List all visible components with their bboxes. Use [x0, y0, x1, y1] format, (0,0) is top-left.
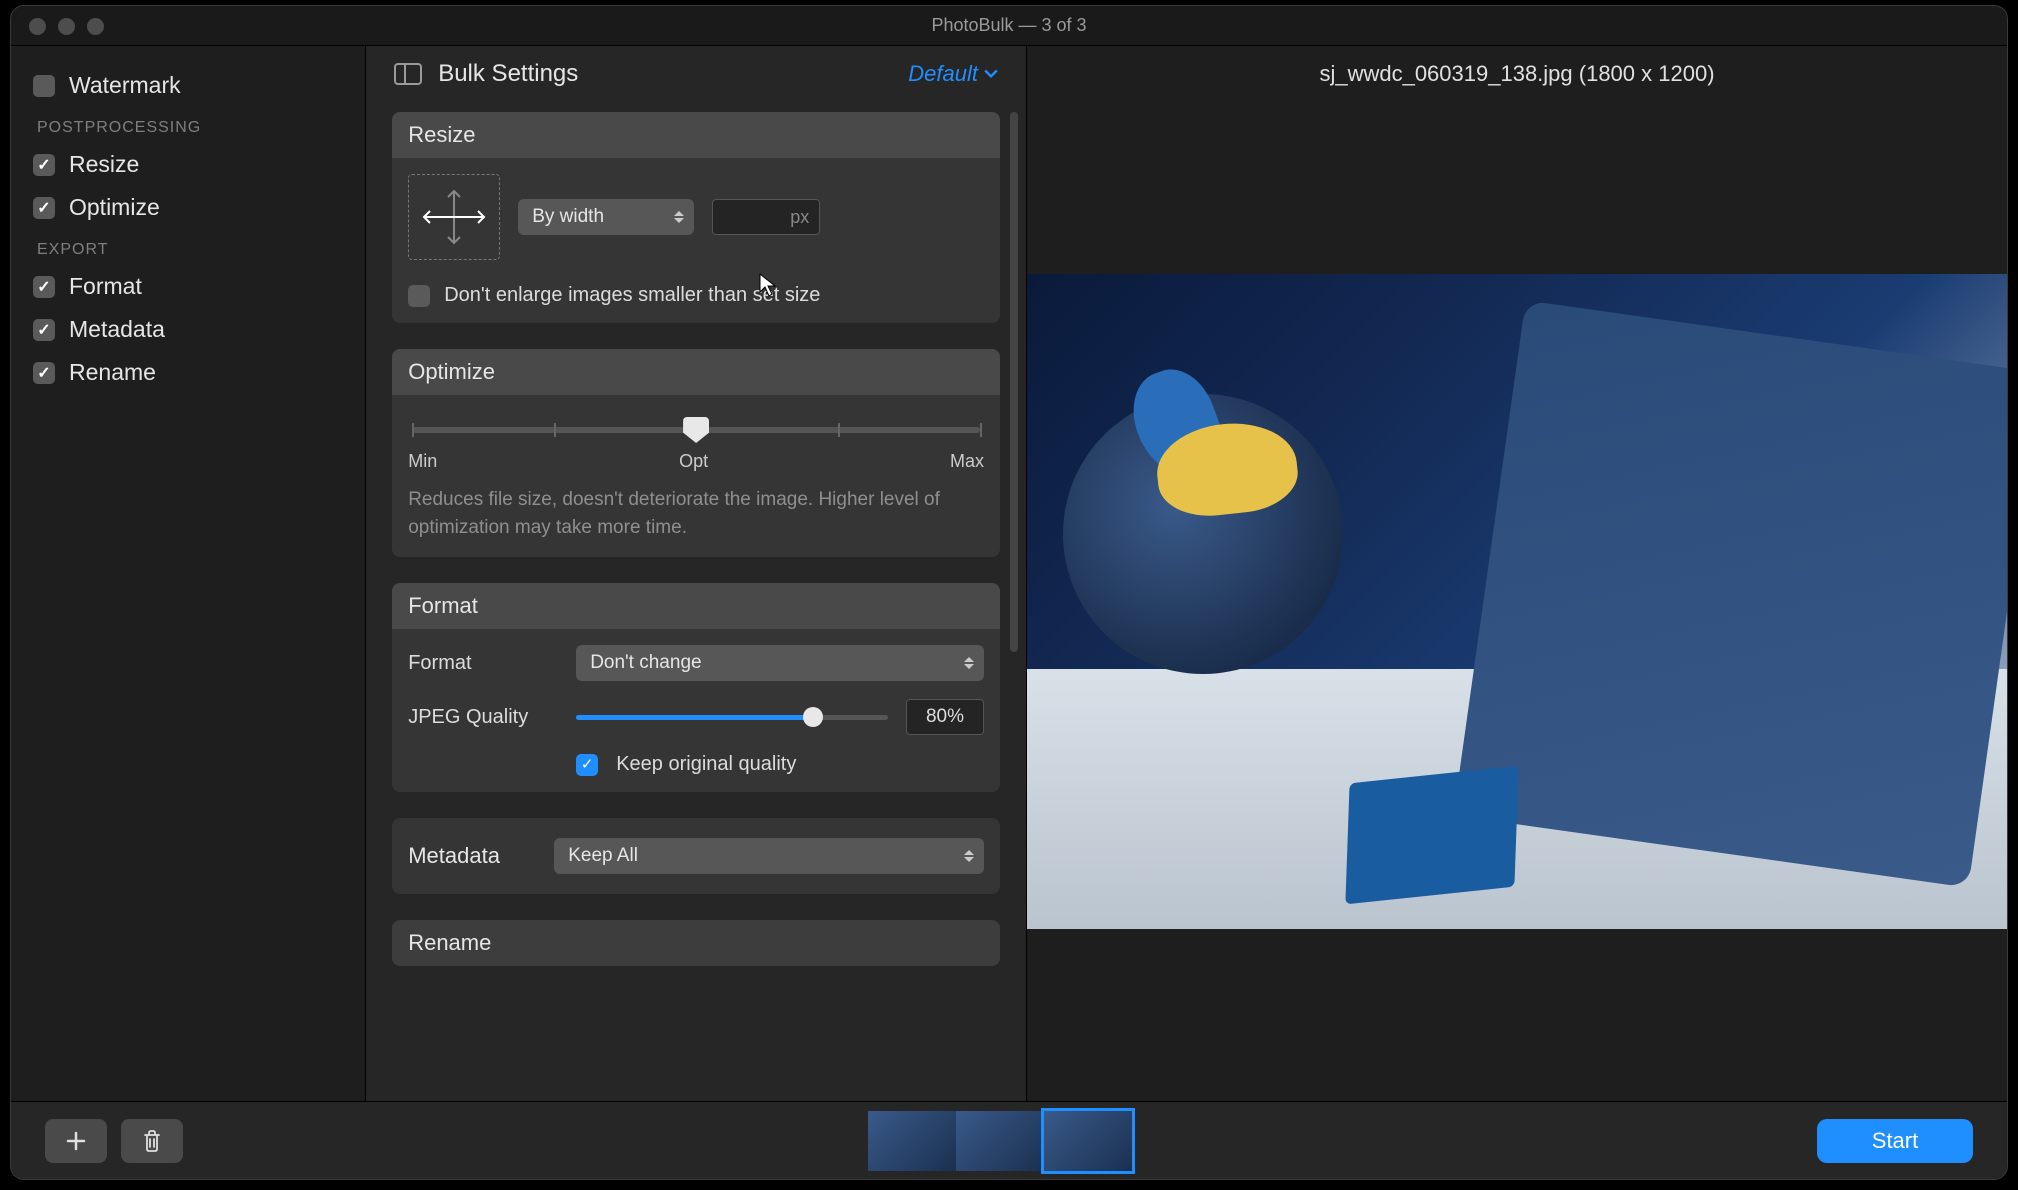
sidebar-item-watermark[interactable]: Watermark	[11, 64, 365, 107]
card-header-metadata: Metadata	[408, 843, 528, 869]
updown-caret-icon	[964, 850, 974, 862]
settings-header: Bulk Settings Default	[366, 46, 1026, 102]
resize-width-input[interactable]: px	[712, 199, 820, 235]
preview-filename: sj_wwdc_060319_138.jpg (1800 x 1200)	[1027, 46, 2007, 102]
sidebar-item-label: Format	[69, 273, 142, 300]
sidebar-item-resize[interactable]: Resize	[11, 143, 365, 186]
checkbox-icon[interactable]	[33, 197, 55, 219]
thumbnail-strip	[197, 1111, 1803, 1171]
start-button[interactable]: Start	[1817, 1119, 1973, 1163]
add-button[interactable]	[45, 1119, 107, 1163]
slider-max-label: Max	[950, 451, 984, 472]
sidebar-item-label: Optimize	[69, 194, 160, 221]
sidebar-heading-postprocessing: POSTPROCESSING	[11, 107, 365, 143]
slider-thumb[interactable]	[803, 707, 823, 727]
checkbox-icon[interactable]	[33, 276, 55, 298]
card-header-optimize: Optimize	[392, 349, 1000, 395]
app-window: PhotoBulk — 3 of 3 Watermark POSTPROCESS…	[10, 5, 2008, 1180]
scrollbar[interactable]	[1010, 112, 1018, 652]
format-select[interactable]: Don't change	[576, 645, 984, 681]
slider-thumb[interactable]	[683, 417, 709, 443]
trash-icon	[142, 1129, 162, 1153]
select-value: By width	[532, 206, 604, 228]
preview-panel: sj_wwdc_060319_138.jpg (1800 x 1200)	[1027, 46, 2007, 1101]
slider-opt-label: Opt	[679, 451, 708, 472]
metadata-card: Metadata Keep All	[392, 818, 1000, 894]
plus-icon	[65, 1130, 87, 1152]
card-header-rename: Rename	[392, 920, 1000, 966]
optimize-description: Reduces file size, doesn't deteriorate t…	[408, 486, 984, 541]
jpeg-quality-label: JPEG Quality	[408, 706, 558, 729]
thumbnail-3[interactable]	[1044, 1111, 1132, 1171]
keep-original-label: Keep original quality	[616, 753, 796, 776]
keep-original-checkbox[interactable]	[576, 754, 598, 776]
thumbnail-1[interactable]	[868, 1111, 956, 1171]
input-placeholder: px	[790, 207, 809, 228]
jpeg-quality-slider[interactable]	[576, 715, 888, 720]
optimize-card: Optimize Min Opt M	[392, 349, 1000, 557]
card-header-resize: Resize	[392, 112, 1000, 158]
close-icon[interactable]	[29, 18, 46, 35]
sidebar-item-label: Metadata	[69, 316, 165, 343]
settings-title: Bulk Settings	[438, 60, 578, 88]
sidebar-item-metadata[interactable]: Metadata	[11, 308, 365, 351]
app-body: Watermark POSTPROCESSING Resize Optimize…	[11, 46, 2007, 1101]
preview-image	[1027, 274, 2007, 929]
traffic-lights	[29, 18, 104, 35]
checkbox-icon[interactable]	[33, 154, 55, 176]
settings-scroll[interactable]: Resize	[366, 102, 1026, 1101]
sidebar-item-label: Watermark	[69, 72, 181, 99]
checkbox-icon[interactable]	[33, 362, 55, 384]
select-value: Keep All	[568, 845, 638, 867]
sidebar: Watermark POSTPROCESSING Resize Optimize…	[11, 46, 366, 1101]
no-enlarge-label: Don't enlarge images smaller than set si…	[444, 284, 820, 307]
sidebar-heading-export: EXPORT	[11, 229, 365, 265]
checkbox-icon[interactable]	[33, 319, 55, 341]
rename-card: Rename	[392, 920, 1000, 966]
chevron-down-icon	[984, 69, 998, 79]
sidebar-item-optimize[interactable]: Optimize	[11, 186, 365, 229]
resize-mode-select[interactable]: By width	[518, 199, 694, 235]
card-header-format: Format	[392, 583, 1000, 629]
window-title: PhotoBulk — 3 of 3	[931, 15, 1086, 36]
slider-labels: Min Opt Max	[408, 451, 984, 472]
resize-width-icon	[408, 174, 500, 260]
format-label: Format	[408, 652, 558, 675]
thumbnail-2[interactable]	[956, 1111, 1044, 1171]
select-value: Don't change	[590, 652, 701, 674]
delete-button[interactable]	[121, 1119, 183, 1163]
format-card: Format Format Don't change JPEG Quality	[392, 583, 1000, 792]
checkbox-icon[interactable]	[33, 75, 55, 97]
start-button-label: Start	[1872, 1128, 1918, 1154]
sidebar-item-format[interactable]: Format	[11, 265, 365, 308]
titlebar: PhotoBulk — 3 of 3	[11, 6, 2007, 46]
optimize-slider[interactable]	[412, 427, 980, 433]
settings-panel: Bulk Settings Default Resize	[366, 46, 1027, 1101]
updown-caret-icon	[964, 657, 974, 669]
no-enlarge-checkbox[interactable]	[408, 285, 430, 307]
preset-selector[interactable]: Default	[908, 61, 998, 87]
sidebar-item-label: Rename	[69, 359, 156, 386]
sidebar-toggle-icon[interactable]	[394, 63, 422, 85]
metadata-select[interactable]: Keep All	[554, 838, 984, 874]
updown-caret-icon	[674, 211, 684, 223]
sidebar-item-rename[interactable]: Rename	[11, 351, 365, 394]
preview-image-container	[1027, 102, 2007, 1101]
zoom-icon[interactable]	[87, 18, 104, 35]
resize-card: Resize	[392, 112, 1000, 323]
slider-min-label: Min	[408, 451, 437, 472]
minimize-icon[interactable]	[58, 18, 75, 35]
footer: Start	[11, 1101, 2007, 1179]
sidebar-item-label: Resize	[69, 151, 139, 178]
jpeg-quality-value[interactable]: 80%	[906, 699, 984, 735]
preset-label: Default	[908, 61, 978, 87]
